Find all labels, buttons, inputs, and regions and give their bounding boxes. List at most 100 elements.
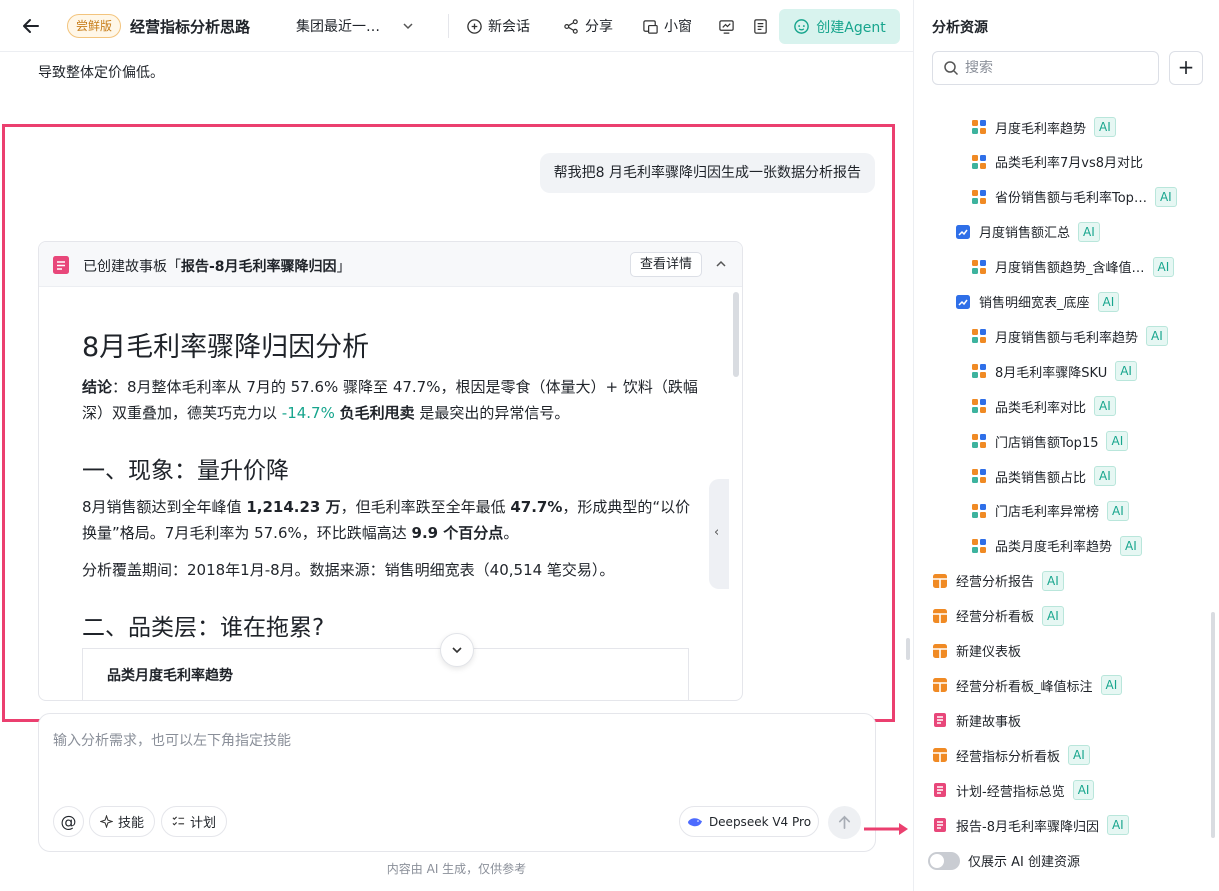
scroll-down-button[interactable]: [440, 633, 474, 667]
negative-margin-value: -14.7%: [281, 404, 335, 422]
ai-badge: AI: [1154, 186, 1177, 207]
resize-handle[interactable]: [906, 638, 910, 660]
resource-search: [932, 51, 1159, 85]
resource-item-label: 月度销售额趋势_含峰值…: [995, 261, 1145, 277]
create-agent-label: 创建Agent: [816, 19, 886, 36]
ai-badge: AI: [1152, 256, 1175, 277]
storyboard-name: 报告-8月毛利率骤降归因: [181, 259, 337, 275]
side-panel-toggle[interactable]: ‹: [709, 479, 729, 589]
new-chat-label: 新会话: [488, 19, 530, 35]
monitor-chart-icon[interactable]: [718, 18, 735, 35]
storyboard-created-label: 已创建故事板「报告-8月毛利率骤降归因」: [83, 259, 351, 275]
send-button[interactable]: [828, 806, 861, 839]
resource-item-label: 经营分析看板_峰值标注: [956, 679, 1093, 695]
ai-badge: AI: [1100, 675, 1123, 696]
resource-item[interactable]: 新建仪表板: [932, 639, 1021, 663]
resource-item[interactable]: 8月毛利率骤降SKU AI: [971, 359, 1137, 383]
resource-item[interactable]: 品类毛利率对比 AI: [971, 394, 1116, 418]
plan-button[interactable]: 计划: [161, 806, 227, 837]
resource-item[interactable]: 经营分析看板_峰值标注 AI: [932, 673, 1123, 697]
resource-item-label: 报告-8月毛利率骤降归因: [956, 819, 1099, 835]
app-window: 尝鲜版 经营指标分析思路 集团最近一… 新会话 分享 小窗 创建Agent 导致…: [0, 0, 1219, 891]
top-bar: 尝鲜版 经营指标分析思路 集团最近一… 新会话 分享 小窗 创建Agent: [0, 0, 913, 52]
resource-item[interactable]: 品类毛利率7月vs8月对比: [971, 150, 1143, 174]
resource-item-label: 省份销售额与毛利率Top…: [995, 191, 1147, 207]
ai-only-label: 仅展示 AI 创建资源: [968, 855, 1080, 870]
view-details-button[interactable]: 查看详情: [630, 252, 703, 277]
create-agent-button[interactable]: 创建Agent: [779, 9, 900, 44]
resource-item[interactable]: 计划-经营指标总览 AI: [932, 778, 1095, 802]
agent-icon: [794, 19, 810, 34]
skills-label: 技能: [117, 816, 144, 831]
dashboard-icon: [932, 573, 948, 589]
dataset-select[interactable]: 集团最近一…: [296, 15, 414, 37]
model-selector[interactable]: Deepseek V4 Pro: [679, 806, 819, 837]
resource-item-label: 8月毛利率骤降SKU: [995, 365, 1108, 381]
resource-item[interactable]: 报告-8月毛利率骤降归因 AI: [932, 813, 1129, 837]
resource-item[interactable]: 门店销售额Top15 AI: [971, 429, 1129, 453]
ai-badge: AI: [1115, 361, 1137, 382]
chevron-up-icon[interactable]: [712, 255, 730, 273]
arrow-up-icon: [838, 815, 851, 830]
dashboard-icon: [932, 608, 948, 624]
ai-badge: AI: [1094, 117, 1116, 137]
mini-window-label: 小窗: [664, 19, 692, 35]
composer: @ 技能 计划 Deepseek V4 Pro: [38, 713, 876, 852]
page-title: 经营指标分析思路: [130, 18, 251, 36]
ai-badge: AI: [1094, 396, 1116, 417]
resource-item[interactable]: 门店毛利率异常榜 AI: [971, 499, 1129, 523]
ai-only-switch[interactable]: [928, 851, 960, 870]
ai-badge: AI: [1078, 221, 1100, 242]
model-label: Deepseek V4 Pro: [708, 814, 812, 829]
resource-item-label: 新建仪表板: [956, 645, 1022, 660]
resource-item[interactable]: 月度销售额趋势_含峰值… AI: [971, 255, 1175, 279]
resource-item[interactable]: 经营分析看板 AI: [932, 604, 1064, 628]
section-heading-2: 二、品类层：谁在拖累?: [82, 615, 325, 641]
ai-badge: AI: [1097, 291, 1120, 312]
dashboard-icon: [932, 747, 948, 763]
dataset-select-label: 集团最近一…: [296, 19, 380, 35]
add-resource-button[interactable]: +: [1169, 51, 1203, 85]
resource-item[interactable]: 经营指标分析看板 AI: [932, 743, 1090, 767]
pointer-arrow-icon: [864, 823, 908, 835]
analysis-input[interactable]: [53, 730, 853, 780]
toolbar-divider: [448, 14, 449, 38]
share-button[interactable]: 分享: [563, 14, 613, 38]
resource-item[interactable]: 品类月度毛利率趋势 AI: [971, 534, 1142, 558]
resource-item[interactable]: 月度毛利率趋势 AI: [971, 115, 1116, 139]
report-preview[interactable]: 8月毛利率骤降归因分析 结论：8月整体毛利率从 7月的 57.6% 骤降至 47…: [39, 288, 742, 700]
resource-panel: 分析资源 + 月度毛利率趋势 AI 品类毛利率7月vs8月对比省份销售额与毛利率To…: [913, 0, 1219, 891]
new-chat-icon: [467, 18, 482, 34]
resource-item-label: 门店销售额Top15: [995, 435, 1099, 451]
document-icon[interactable]: [752, 18, 769, 35]
resource-item[interactable]: 月度销售额与毛利率趋势 AI: [971, 324, 1168, 348]
ai-badge: AI: [1068, 745, 1090, 766]
ai-badge: AI: [1094, 466, 1116, 486]
resource-item-label: 销售明细宽表_底座: [979, 296, 1090, 311]
resource-item[interactable]: 月度销售额汇总 AI: [955, 220, 1100, 244]
panel-scrollbar[interactable]: [1211, 612, 1215, 838]
resource-item[interactable]: 经营分析报告 AI: [932, 569, 1064, 593]
ai-badge: AI: [1072, 780, 1095, 801]
resource-item-label: 门店毛利率异常榜: [995, 505, 1100, 521]
resource-item[interactable]: 销售明细宽表_底座 AI: [955, 290, 1120, 314]
resource-item-label: 新建故事板: [956, 714, 1022, 730]
ai-badge: AI: [1042, 570, 1064, 591]
mini-window-button[interactable]: 小窗: [642, 14, 692, 38]
chart-widget-icon: [971, 259, 987, 275]
chevron-left-icon: ‹: [714, 525, 720, 540]
skills-button[interactable]: 技能: [89, 806, 155, 837]
resource-item[interactable]: 品类销售额占比 AI: [971, 464, 1116, 488]
ai-badge: AI: [1042, 605, 1064, 626]
back-arrow-icon[interactable]: [19, 14, 43, 38]
storyboard-card: 已创建故事板「报告-8月毛利率骤降归因」 查看详情 8月毛利率骤降归因分析 结论…: [38, 241, 743, 701]
previous-message-text: 导致整体定价偏低。: [38, 65, 164, 81]
search-input[interactable]: [965, 60, 1145, 76]
deepseek-whale-icon: [687, 817, 702, 826]
panel-title: 分析资源: [932, 20, 988, 36]
new-chat-button[interactable]: 新会话: [466, 14, 530, 38]
mention-button[interactable]: @: [53, 806, 84, 837]
resource-item[interactable]: 省份销售额与毛利率Top… AI: [971, 185, 1177, 209]
resource-item[interactable]: 新建故事板: [932, 708, 1021, 732]
scrollbar[interactable]: [733, 292, 739, 377]
